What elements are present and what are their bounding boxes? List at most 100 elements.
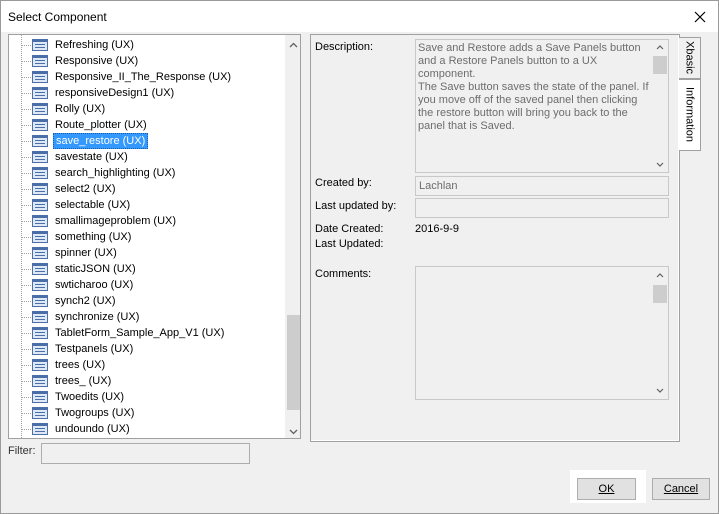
tree-item-label: Refreshing (UX) xyxy=(55,39,134,51)
scroll-up-button[interactable] xyxy=(286,37,300,52)
tree-item-label: Twoedits (UX) xyxy=(55,391,125,403)
scroll-thumb[interactable] xyxy=(287,315,300,410)
tree-item-label-selected: save_restore (UX) xyxy=(53,133,149,149)
tree-item[interactable]: synch2 (UX) xyxy=(9,293,287,309)
comments-box[interactable] xyxy=(415,266,669,400)
tree-item-label: selectable (UX) xyxy=(55,199,131,211)
tree-item[interactable]: synchronize (UX) xyxy=(9,309,287,325)
chevron-up-icon xyxy=(656,45,664,50)
tree-item[interactable]: Testpanels (UX) xyxy=(9,341,287,357)
tree-item[interactable]: Rolly (UX) xyxy=(9,101,287,117)
tree-item-label: staticJSON (UX) xyxy=(55,263,136,275)
tree-item[interactable]: Refreshing (UX) xyxy=(9,37,287,53)
component-icon xyxy=(32,375,48,387)
tab-xbasic[interactable]: Xbasic xyxy=(679,37,701,79)
comments-scrollbar[interactable] xyxy=(652,267,668,399)
tree-item-label: something (UX) xyxy=(55,231,132,243)
tree-item[interactable]: spinner (UX) xyxy=(9,245,287,261)
tree-item-label: savestate (UX) xyxy=(55,151,128,163)
tree-item[interactable]: save_restore (UX) xyxy=(9,133,287,149)
tree-item[interactable]: select2 (UX) xyxy=(9,181,287,197)
tree-item-label: Route_plotter (UX) xyxy=(55,119,147,131)
component-icon xyxy=(32,87,48,99)
tree-connector xyxy=(22,45,31,46)
tree-item[interactable]: responsiveDesign1 (UX) xyxy=(9,85,287,101)
tree-item[interactable]: swticharoo (UX) xyxy=(9,277,287,293)
comments-label: Comments: xyxy=(315,268,372,280)
tree-item-label: spinner (UX) xyxy=(55,247,117,259)
component-icon xyxy=(32,71,48,83)
filter-input[interactable] xyxy=(41,443,250,464)
tree-connector xyxy=(22,189,31,190)
tree-item[interactable]: savestate (UX) xyxy=(9,149,287,165)
scroll-down-button[interactable] xyxy=(286,424,300,438)
tree-item[interactable]: search_highlighting (UX) xyxy=(9,165,287,181)
component-icon xyxy=(32,391,48,403)
component-icon xyxy=(32,343,48,355)
component-icon xyxy=(32,327,48,339)
component-icon xyxy=(32,215,48,227)
component-icon xyxy=(32,407,48,419)
created-by-label: Created by: xyxy=(315,177,372,189)
tree-item[interactable]: trees_ (UX) xyxy=(9,373,287,389)
tree-item[interactable]: Responsive_II_The_Response (UX) xyxy=(9,69,287,85)
tree-item[interactable]: staticJSON (UX) xyxy=(9,261,287,277)
component-icon xyxy=(32,151,48,163)
last-updated-by-field[interactable] xyxy=(415,198,669,218)
chevron-down-icon xyxy=(289,429,298,434)
description-box[interactable]: Save and Restore adds a Save Panels butt… xyxy=(415,39,669,173)
close-button[interactable] xyxy=(690,7,710,27)
tree-item[interactable]: Route_plotter (UX) xyxy=(9,117,287,133)
tree-item[interactable]: Twogroups (UX) xyxy=(9,405,287,421)
cancel-button[interactable]: Cancel xyxy=(652,478,710,500)
component-tree[interactable]: Refreshing (UX) Responsive (UX) Responsive… xyxy=(8,34,301,439)
description-scrollbar[interactable] xyxy=(652,40,668,172)
tree-connector xyxy=(22,285,31,286)
tree-connector xyxy=(22,397,31,398)
tree-item[interactable]: something (UX) xyxy=(9,229,287,245)
scroll-thumb[interactable] xyxy=(653,56,667,74)
tree-item[interactable]: Twoedits (UX) xyxy=(9,389,287,405)
tree-item[interactable]: undoundo (UX) xyxy=(9,421,287,437)
title-bar: Select Component xyxy=(1,1,718,32)
tree-item[interactable]: Responsive (UX) xyxy=(9,53,287,69)
tree-item-label: Twogroups (UX) xyxy=(55,407,135,419)
tree-connector xyxy=(22,125,31,126)
component-icon xyxy=(32,247,48,259)
tree-item[interactable]: smallimageproblem (UX) xyxy=(9,213,287,229)
information-panel: Description: Save and Restore adds a Sav… xyxy=(310,34,680,442)
component-icon xyxy=(32,359,48,371)
tree-item[interactable]: TabletForm_Sample_App_V1 (UX) xyxy=(9,325,287,341)
component-icon xyxy=(32,183,48,195)
created-by-field[interactable] xyxy=(415,176,669,196)
scroll-thumb[interactable] xyxy=(653,285,667,303)
component-icon xyxy=(32,119,48,131)
tree-scrollbar[interactable] xyxy=(285,35,300,438)
tree-item[interactable]: trees (UX) xyxy=(9,357,287,373)
chevron-down-icon xyxy=(656,162,664,167)
tree-connector xyxy=(22,349,31,350)
last-updated-by-label: Last updated by: xyxy=(315,200,397,212)
tab-information[interactable]: Information xyxy=(679,79,701,151)
filter-label: Filter: xyxy=(8,445,36,457)
component-icon xyxy=(32,263,48,275)
tree-item-label: synchronize (UX) xyxy=(55,311,140,323)
tree-item-label: undoundo (UX) xyxy=(55,423,130,435)
tree-connector xyxy=(22,93,31,94)
tree-connector xyxy=(22,205,31,206)
last-updated-label: Last Updated: xyxy=(315,238,384,250)
tree-connector xyxy=(22,253,31,254)
component-icon xyxy=(32,167,48,179)
ok-button[interactable]: OK xyxy=(577,478,636,500)
tree-connector xyxy=(22,157,31,158)
tree-connector xyxy=(22,269,31,270)
tree-connector xyxy=(22,77,31,78)
component-icon xyxy=(32,135,48,147)
tree-item[interactable]: selectable (UX) xyxy=(9,197,287,213)
tree-item-label: Testpanels (UX) xyxy=(55,343,134,355)
component-icon xyxy=(32,39,48,51)
chevron-up-icon xyxy=(656,273,664,278)
tree-connector xyxy=(22,317,31,318)
description-text: Save and Restore adds a Save Panels butt… xyxy=(418,42,649,132)
tree-item-label: Rolly (UX) xyxy=(55,103,106,115)
